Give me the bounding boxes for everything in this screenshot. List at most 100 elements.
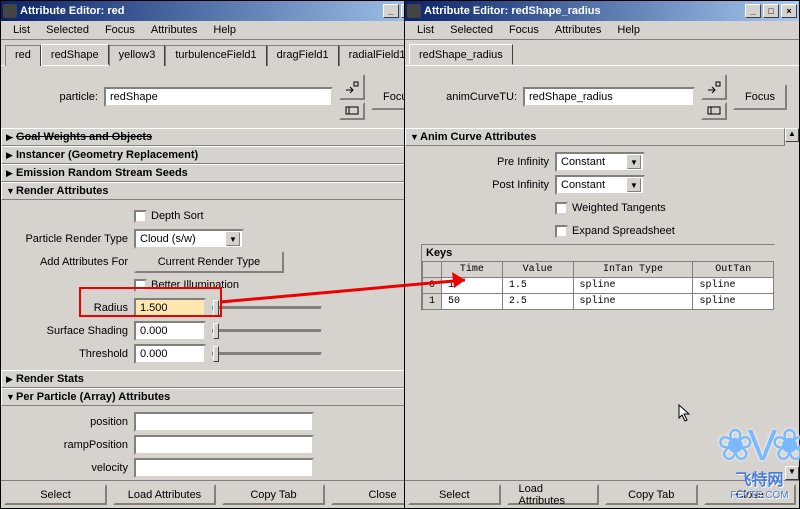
threshold-input[interactable] [134, 344, 206, 364]
better-illum-checkbox[interactable] [134, 279, 147, 292]
per-particle-body: position rampPosition velocity rampVeloc… [1, 406, 423, 480]
surface-shading-input[interactable] [134, 321, 206, 341]
particle-render-type-dropdown[interactable]: Cloud (s/w)▼ [134, 229, 244, 249]
menu-attributes[interactable]: Attributes [547, 22, 609, 38]
particle-input[interactable] [104, 87, 333, 107]
pp-position-input[interactable] [134, 412, 314, 432]
section-emission[interactable]: ▶Emission Random Stream Seeds [1, 164, 423, 182]
titlebar[interactable]: Attribute Editor: red _ □ × [1, 1, 437, 21]
scrollbar[interactable]: ▲ ▼ [785, 128, 799, 480]
table-row[interactable]: 1 50 2.5 spline spline [423, 294, 774, 310]
section-instancer[interactable]: ▶Instancer (Geometry Replacement) [1, 146, 423, 164]
copy-tab-button[interactable]: Copy Tab [222, 484, 325, 505]
node-row: particle: Focus [1, 66, 437, 128]
content-area: ▼Anim Curve Attributes Pre Infinity Cons… [405, 128, 799, 480]
tab-redshape[interactable]: redShape [41, 44, 109, 65]
menu-focus[interactable]: Focus [97, 22, 143, 38]
menu-list[interactable]: List [5, 22, 38, 38]
section-anim-curve[interactable]: ▼Anim Curve Attributes [405, 128, 785, 146]
load-attributes-button[interactable]: Load Attributes [113, 484, 216, 505]
particle-label: particle: [13, 91, 98, 103]
copy-tab-button[interactable]: Copy Tab [605, 484, 698, 505]
menu-selected[interactable]: Selected [38, 22, 97, 38]
titlebar[interactable]: Attribute Editor: redShape_radius _ □ × [405, 1, 799, 21]
window-title: Attribute Editor: red [20, 5, 381, 17]
pp-ramppos-input[interactable] [134, 435, 314, 455]
threshold-slider[interactable] [212, 352, 322, 356]
attribute-editor-right: Attribute Editor: redShape_radius _ □ × … [404, 0, 800, 509]
post-infinity-dropdown[interactable]: Constant▼ [555, 175, 645, 195]
app-icon [407, 4, 421, 18]
tab-yellow3[interactable]: yellow3 [109, 45, 166, 66]
col-time[interactable]: Time [442, 262, 503, 278]
animcurve-input[interactable] [523, 87, 695, 107]
close-button-bottom[interactable]: Close [704, 484, 797, 505]
menu-help[interactable]: Help [609, 22, 648, 38]
attribute-editor-left: Attribute Editor: red _ □ × List Selecte… [0, 0, 438, 509]
tabstrip: red redShape yellow3 turbulenceField1 dr… [1, 40, 437, 66]
expand-spreadsheet-checkbox[interactable] [555, 225, 568, 238]
tab-red[interactable]: red [5, 45, 41, 66]
menubar: List Selected Focus Attributes Help [1, 21, 437, 40]
select-button[interactable]: Select [4, 484, 107, 505]
presets-button[interactable] [701, 102, 727, 120]
menu-focus[interactable]: Focus [501, 22, 547, 38]
surface-shading-label: Surface Shading [19, 325, 134, 337]
depth-sort-checkbox[interactable] [134, 210, 147, 223]
current-render-type-button[interactable]: Current Render Type [134, 251, 284, 273]
menu-list[interactable]: List [409, 22, 442, 38]
table-row[interactable]: 0 1 1.5 spline spline [423, 278, 774, 294]
pre-infinity-dropdown[interactable]: Constant▼ [555, 152, 645, 172]
tabstrip: redShape_radius [405, 40, 799, 66]
radius-slider[interactable] [212, 306, 322, 310]
tab-radius[interactable]: redShape_radius [409, 44, 513, 65]
tab-turbulence[interactable]: turbulenceField1 [165, 45, 266, 66]
radius-input[interactable] [134, 298, 206, 318]
menu-selected[interactable]: Selected [442, 22, 501, 38]
col-idx[interactable] [423, 262, 442, 278]
section-per-particle[interactable]: ▼Per Particle (Array) Attributes [1, 388, 423, 406]
prt-label: Particle Render Type [19, 233, 134, 245]
chevron-down-icon: ▼ [627, 155, 641, 169]
maximize-button[interactable]: □ [763, 4, 779, 18]
select-icon [707, 81, 721, 93]
surface-shading-slider[interactable] [212, 329, 322, 333]
slider-thumb[interactable] [213, 300, 219, 316]
keys-title: Keys [422, 245, 774, 261]
focus-button[interactable]: Focus [733, 84, 787, 110]
pp-velocity-input[interactable] [134, 458, 314, 478]
section-goal[interactable]: ▶Goal Weights and Objects [1, 128, 423, 146]
tab-drag[interactable]: dragField1 [267, 45, 339, 66]
radius-label: Radius [19, 302, 134, 314]
weighted-tangents-checkbox[interactable] [555, 202, 568, 215]
slider-thumb[interactable] [213, 323, 219, 339]
minimize-button[interactable]: _ [383, 4, 399, 18]
slider-thumb[interactable] [213, 346, 219, 362]
menu-help[interactable]: Help [205, 22, 244, 38]
section-render-stats[interactable]: ▶Render Stats [1, 370, 423, 388]
bottom-bar: Select Load Attributes Copy Tab Close [1, 480, 437, 508]
select-button[interactable]: Select [408, 484, 501, 505]
pp-position-label: position [19, 416, 134, 428]
minimize-button[interactable]: _ [745, 4, 761, 18]
presets-button[interactable] [339, 102, 365, 120]
pp-velocity-label: velocity [19, 462, 134, 474]
window-title: Attribute Editor: redShape_radius [424, 5, 743, 17]
threshold-label: Threshold [19, 348, 134, 360]
close-button[interactable]: × [781, 4, 797, 18]
scroll-up-icon[interactable]: ▲ [785, 128, 799, 142]
col-value[interactable]: Value [502, 262, 573, 278]
weighted-tangents-label: Weighted Tangents [572, 202, 666, 214]
select-node-button[interactable] [701, 74, 727, 100]
load-attributes-button[interactable]: Load Attributes [507, 484, 600, 505]
keys-table: Time Value InTan Type OutTan 0 1 1.5 spl… [422, 261, 774, 310]
node-row: animCurveTU: Focus [405, 66, 799, 128]
section-render-attributes[interactable]: ▼Render Attributes [1, 182, 423, 200]
col-intan[interactable]: InTan Type [573, 262, 693, 278]
scroll-down-icon[interactable]: ▼ [785, 466, 799, 480]
col-outtan[interactable]: OutTan [693, 262, 774, 278]
menu-attributes[interactable]: Attributes [143, 22, 205, 38]
select-icon [345, 81, 359, 93]
select-node-button[interactable] [339, 74, 365, 100]
bottom-bar: Select Load Attributes Copy Tab Close [405, 480, 799, 508]
